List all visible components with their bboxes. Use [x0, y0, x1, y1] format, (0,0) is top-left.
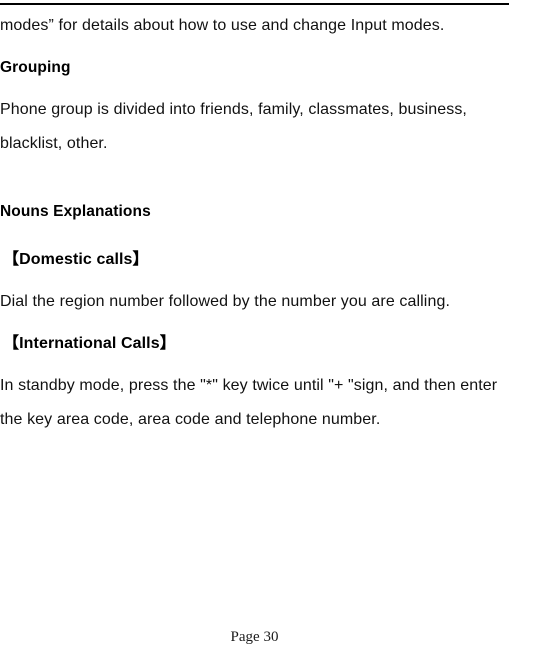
block-gap: [0, 361, 509, 369]
heading-international-calls: 【International Calls】: [3, 335, 176, 352]
paragraph-input-modes-continuation: modes” for details about how to use and …: [0, 17, 445, 34]
paragraph-domestic-calls: Dial the region number followed by the n…: [0, 293, 451, 310]
heading-domestic-calls: 【Domestic calls】: [3, 251, 149, 268]
block-gap: [0, 229, 509, 243]
header-separator-rule: [0, 3, 509, 5]
block-gap: [0, 319, 509, 327]
block-gap: [0, 43, 509, 51]
document-page: modes” for details about how to use and …: [0, 0, 534, 650]
page-number-footer: Page 30: [230, 629, 279, 645]
paragraph-international-calls: In standby mode, press the "*" key twice…: [0, 377, 498, 428]
heading-grouping: Grouping: [0, 59, 71, 76]
paragraph-phone-group: Phone group is divided into friends, fam…: [0, 101, 467, 152]
empty-line: [0, 161, 509, 195]
heading-nouns-explanations: Nouns Explanations: [0, 203, 151, 220]
block-gap: [0, 277, 509, 285]
block-gap: [0, 85, 509, 93]
document-body: modes” for details about how to use and …: [0, 9, 509, 437]
